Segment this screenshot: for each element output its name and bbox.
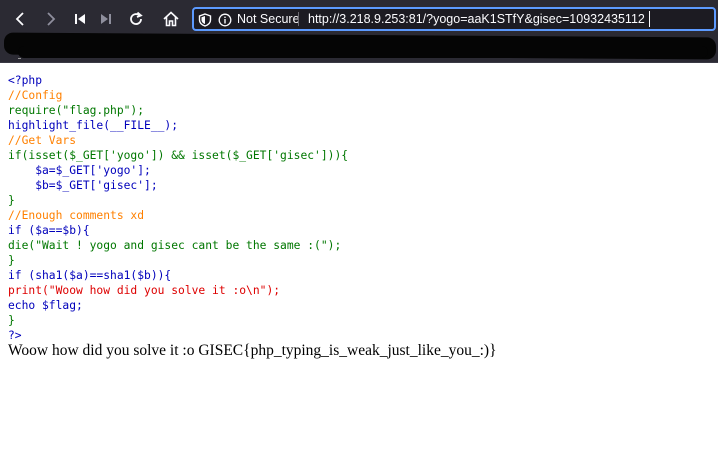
code-line: <?php — [8, 74, 42, 87]
code-token: if (sha1($a)==sha1($b)){ — [8, 269, 172, 282]
text-cursor — [649, 11, 650, 27]
code-token: if ($a==$b){ — [8, 224, 90, 237]
code-token: if(isset($_GET['yogo']) && isset($_GET['… — [8, 149, 349, 162]
chrome-divider — [0, 62, 718, 63]
redaction-mark — [18, 46, 708, 58]
php-source-code: <?php //Config require("flag.php"); high… — [8, 73, 348, 343]
code-line: $a=$_GET['yogo']; — [8, 164, 151, 177]
code-line: if ($a==$b){ — [8, 224, 90, 237]
code-token: } — [8, 254, 15, 267]
forward-arrow-icon[interactable] — [38, 7, 62, 31]
code-line: ?> — [8, 329, 22, 342]
skip-back-icon[interactable] — [68, 7, 92, 31]
code-token: $a=$_GET['yogo']; — [8, 164, 151, 177]
code-line: highlight_file(__FILE__); — [8, 119, 178, 132]
code-token: echo $flag; — [8, 299, 83, 312]
security-label[interactable]: Not Secure — [237, 11, 300, 27]
code-line: if (sha1($a)==sha1($b)){ — [8, 269, 171, 282]
code-token: //Enough comments xd — [8, 209, 145, 222]
skip-forward-icon[interactable] — [94, 7, 118, 31]
info-icon[interactable] — [218, 12, 232, 27]
code-line: require("flag.php"); — [8, 104, 144, 117]
back-arrow-icon[interactable] — [9, 7, 33, 31]
code-line: die("Wait ! yogo and gisec cant be the s… — [8, 239, 341, 252]
url-bar[interactable]: Not Secure http://3.218.9.253:81/?yogo=a… — [192, 7, 716, 31]
code-token: ?> — [8, 329, 22, 342]
reload-icon[interactable] — [124, 7, 148, 31]
code-line: //Get Vars — [8, 134, 76, 147]
url-input[interactable]: http://3.218.9.253:81/?yogo=aaK1STfY&gis… — [308, 11, 645, 27]
code-line: print("Woow how did you solve it :o\n"); — [8, 284, 280, 297]
code-line: //Config — [8, 89, 62, 102]
code-token: require("flag.php"); — [8, 104, 145, 117]
code-line: //Enough comments xd — [8, 209, 144, 222]
code-token: highlight_file(__FILE__); — [8, 119, 179, 132]
code-line: echo $flag; — [8, 299, 83, 312]
code-token: <?php — [8, 74, 43, 87]
code-line: } — [8, 194, 15, 207]
code-token: print("Woow how did you solve it :o\n"); — [8, 284, 281, 297]
code-line: } — [8, 254, 15, 267]
code-line: } — [8, 314, 15, 327]
code-line: if(isset($_GET['yogo']) && isset($_GET['… — [8, 149, 348, 162]
code-token: } — [8, 194, 15, 207]
code-token: $b=$_GET['gisec']; — [8, 179, 158, 192]
code-token: //Config — [8, 89, 63, 102]
flag-output: Woow how did you solve it :o GISEC{php_t… — [8, 342, 497, 359]
code-line: $b=$_GET['gisec']; — [8, 179, 158, 192]
home-icon[interactable] — [159, 7, 183, 31]
code-token: die("Wait ! yogo and gisec cant be the s… — [8, 239, 342, 252]
bookmark-separator — [18, 58, 21, 59]
code-token: //Get Vars — [8, 134, 77, 147]
url-separator — [298, 12, 299, 26]
shield-icon[interactable] — [198, 12, 212, 27]
code-token: } — [8, 314, 15, 327]
